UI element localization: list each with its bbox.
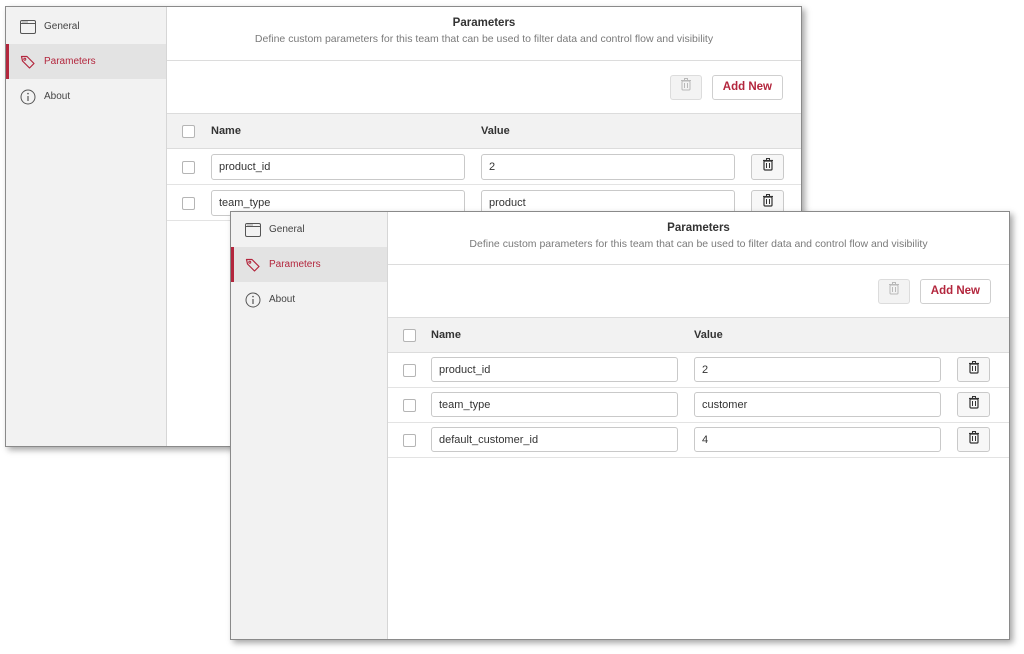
add-new-button[interactable]: Add New — [711, 74, 783, 100]
delete-selected-button[interactable] — [669, 74, 702, 100]
row-checkbox[interactable] — [182, 160, 195, 174]
trash-icon — [888, 282, 900, 300]
toolbar: Add New — [388, 265, 1009, 318]
settings-window-front: General Parameters About Parameters Defi… — [230, 211, 1010, 640]
trash-icon — [680, 78, 692, 96]
row-checkbox[interactable] — [403, 399, 416, 412]
info-icon — [245, 292, 261, 308]
sidebar-item-about[interactable]: About — [6, 79, 166, 114]
table-row: product_id 2 — [388, 353, 1009, 388]
trash-icon — [762, 194, 774, 212]
panel-header: Parameters Define custom parameters for … — [167, 7, 801, 61]
sidebar-item-general[interactable]: General — [231, 212, 387, 247]
sidebar-item-label: General — [44, 21, 80, 32]
delete-selected-button[interactable] — [877, 278, 910, 304]
sidebar-item-label: Parameters — [44, 56, 96, 67]
sidebar-item-parameters[interactable]: Parameters — [6, 44, 166, 79]
parameter-name-input[interactable]: product_id — [211, 154, 465, 180]
page-title: Parameters — [667, 222, 730, 234]
trash-icon — [968, 430, 980, 449]
delete-row-button[interactable] — [957, 392, 990, 417]
row-checkbox[interactable] — [403, 434, 416, 447]
select-all-checkbox[interactable] — [403, 329, 416, 342]
sidebar-item-about[interactable]: About — [231, 282, 387, 317]
window-icon — [245, 222, 261, 238]
parameter-value-input[interactable]: 2 — [694, 357, 941, 382]
tag-icon — [20, 54, 36, 70]
tag-icon — [245, 257, 261, 273]
grid-header: Name Value — [388, 318, 1009, 353]
select-all-checkbox[interactable] — [182, 125, 195, 138]
sidebar-item-label: About — [269, 294, 296, 305]
sidebar: General Parameters About — [231, 212, 388, 639]
table-row: product_id 2 — [167, 149, 801, 185]
add-new-button[interactable]: Add New — [919, 278, 991, 304]
toolbar: Add New — [167, 61, 801, 114]
trash-icon — [968, 395, 980, 414]
row-checkbox[interactable] — [403, 364, 416, 377]
sidebar-item-label: General — [269, 224, 305, 235]
delete-row-button[interactable] — [751, 154, 784, 180]
sidebar-item-general[interactable]: General — [6, 9, 166, 44]
delete-row-button[interactable] — [957, 357, 990, 382]
page-title: Parameters — [452, 17, 516, 29]
column-header-value: Value — [481, 125, 510, 137]
sidebar-item-parameters[interactable]: Parameters — [231, 247, 387, 282]
sidebar-item-label: About — [44, 91, 71, 102]
table-row: default_customer_id 4 — [388, 423, 1009, 458]
parameter-value-input[interactable]: 2 — [481, 154, 735, 180]
row-checkbox[interactable] — [182, 196, 195, 210]
parameter-name-input[interactable]: product_id — [431, 357, 678, 382]
main-panel: Parameters Define custom parameters for … — [388, 212, 1009, 639]
column-header-name: Name — [431, 329, 461, 341]
sidebar-item-label: Parameters — [269, 259, 321, 270]
parameter-name-input[interactable]: default_customer_id — [431, 427, 678, 452]
sidebar: General Parameters About — [6, 7, 167, 446]
panel-header: Parameters Define custom parameters for … — [388, 212, 1009, 265]
page-subtitle: Define custom parameters for this team t… — [254, 33, 714, 45]
parameter-value-input[interactable]: customer — [694, 392, 941, 417]
window-icon — [20, 19, 36, 35]
parameter-value-input[interactable]: 4 — [694, 427, 941, 452]
delete-row-button[interactable] — [957, 427, 990, 452]
grid-header: Name Value — [167, 114, 801, 149]
page-subtitle: Define custom parameters for this team t… — [469, 238, 928, 250]
parameter-name-input[interactable]: team_type — [431, 392, 678, 417]
column-header-name: Name — [211, 125, 241, 137]
trash-icon — [968, 360, 980, 379]
info-icon — [20, 89, 36, 105]
table-row: team_type customer — [388, 388, 1009, 423]
trash-icon — [762, 158, 774, 176]
column-header-value: Value — [694, 329, 723, 341]
